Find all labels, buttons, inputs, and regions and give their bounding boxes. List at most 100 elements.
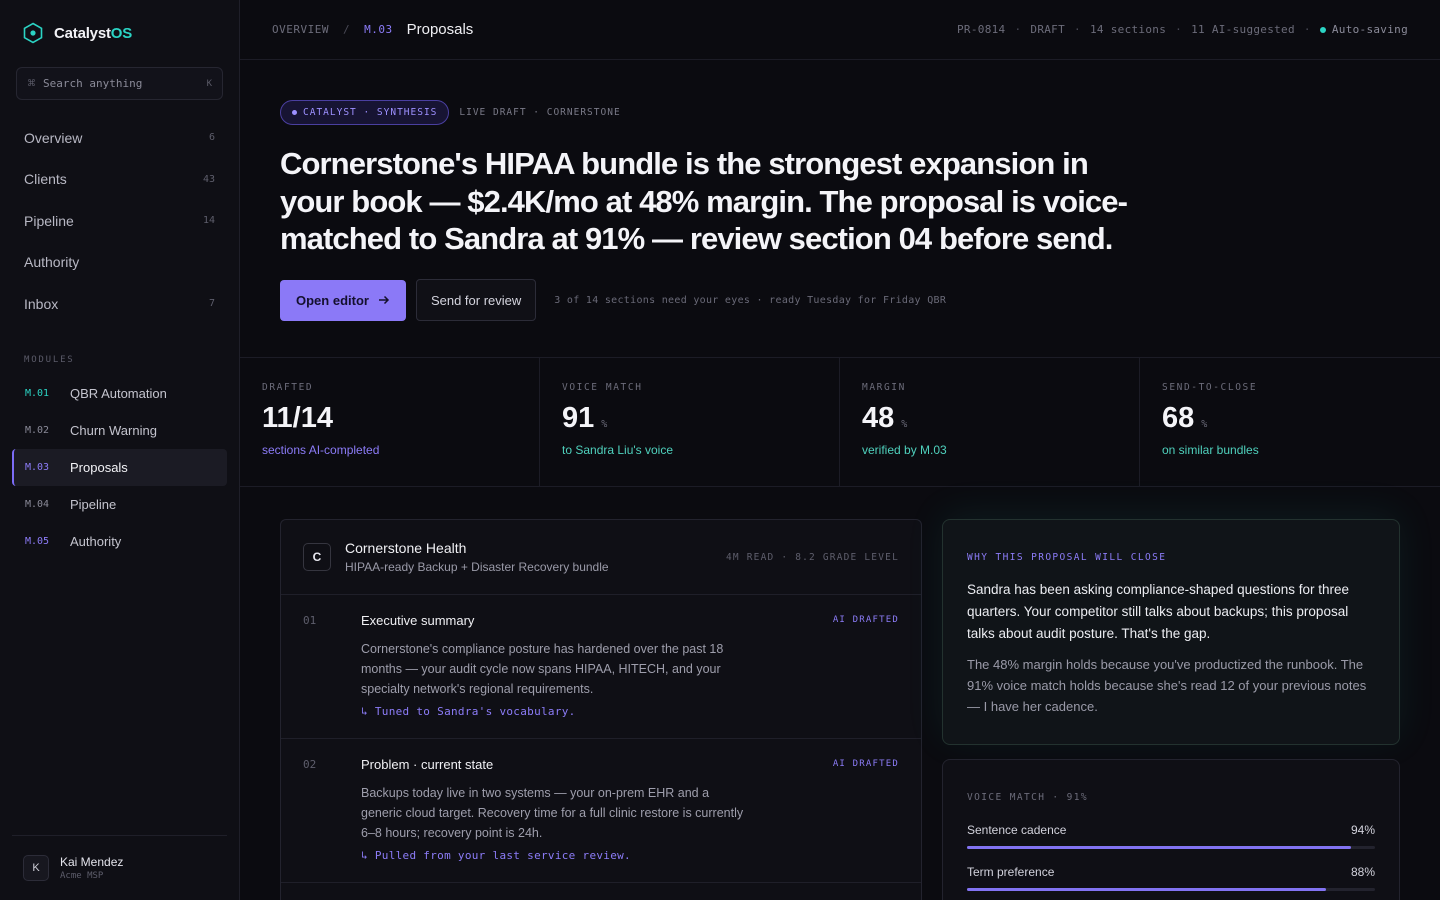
section-number: 02 xyxy=(303,758,317,771)
stat-value: 11/14 xyxy=(262,402,333,434)
section-number: 01 xyxy=(303,614,317,627)
section-note: ↳ Pulled from your last service review. xyxy=(361,849,631,862)
nav-item-overview[interactable]: Overview 6 xyxy=(0,117,240,159)
proposal-meta: PR-0814 · DRAFT · 14 sections · 11 AI-sugge… xyxy=(957,23,1408,36)
why-heading: WHY THIS PROPOSAL WILL CLOSE xyxy=(967,552,1167,563)
ai-drafted-badge: AI DRAFTED xyxy=(832,615,899,625)
section-title: Problem · current state xyxy=(361,757,494,772)
stats-row: DRAFTED 11/14 sections AI-completed VOIC… xyxy=(240,358,1440,487)
section-body: Cornerstone's compliance posture has har… xyxy=(361,642,724,696)
stat-value: 91 xyxy=(562,402,595,434)
tag-dot-icon xyxy=(292,110,297,115)
status-dot-icon xyxy=(1319,26,1326,33)
voice-metric: Term preference 88% xyxy=(967,865,1375,891)
stat-send-to-close: SEND-TO-CLOSE 68% on similar bundles xyxy=(1140,358,1440,487)
proposal-id: PR-0814 xyxy=(957,23,1006,36)
metric-name: Term preference xyxy=(967,865,1055,879)
ai-drafted-badge: AI DRAFTED xyxy=(832,759,899,769)
user-org: Acme MSP xyxy=(60,871,104,881)
breadcrumb-root[interactable]: OVERVIEW xyxy=(272,23,329,36)
nav-count: 14 xyxy=(202,215,215,227)
search-placeholder: Search anything xyxy=(43,77,143,90)
why-detail: The 48% margin holds because you've prod… xyxy=(967,657,1367,714)
user-profile[interactable]: K Kai Mendez Acme MSP xyxy=(12,835,227,900)
page-title: Proposals xyxy=(406,21,474,38)
client-name: Cornerstone Health xyxy=(345,540,467,556)
why-lead: Sandra has been asking compliance-shaped… xyxy=(967,582,1349,641)
stat-value: 68 xyxy=(1162,402,1195,434)
search-shortcut: K xyxy=(206,78,212,89)
module-item-qbr[interactable]: M.01 QBR Automation xyxy=(12,375,227,412)
nav-item-inbox[interactable]: Inbox 7 xyxy=(0,283,240,325)
nav-item-pipeline[interactable]: Pipeline 14 xyxy=(0,200,240,242)
nav-count: 43 xyxy=(202,173,215,185)
synthesis-tag: CATALYST · SYNTHESIS xyxy=(280,100,450,125)
metric-value: 94% xyxy=(1350,823,1375,837)
metric-value: 88% xyxy=(1350,865,1375,879)
stat-voice-match: VOICE MATCH 91% to Sandra Liu's voice xyxy=(540,358,840,487)
sidebar: CatalystOS ⌘ Search anything K Overview 6… xyxy=(0,0,240,900)
proposal-section[interactable]: 02 Problem · current state AI DRAFTED Ba… xyxy=(281,739,921,883)
metric-name: Sentence cadence xyxy=(967,823,1067,837)
user-name: Kai Mendez xyxy=(60,855,124,869)
nav-count: 7 xyxy=(208,298,215,310)
module-item-authority[interactable]: M.05 Authority xyxy=(12,523,227,560)
stat-value: 48 xyxy=(862,402,895,434)
bundle-name: HIPAA-ready Backup + Disaster Recovery b… xyxy=(345,560,609,574)
hero-actions: Open editor Send for review 3 of 14 sect… xyxy=(280,279,946,321)
stat-sub: to Sandra Liu's voice xyxy=(562,443,674,457)
section-title: Executive summary xyxy=(361,613,475,628)
nav-item-authority[interactable]: Authority xyxy=(0,242,240,284)
topbar: OVERVIEW / M.03 Proposals PR-0814 · DRAFT… xyxy=(240,0,1440,60)
breadcrumb-separator: / xyxy=(342,23,351,36)
modules-heading: MODULES xyxy=(24,355,75,365)
stat-sub: verified by M.03 xyxy=(862,443,947,457)
metric-bar xyxy=(967,888,1375,891)
hero: CATALYST · SYNTHESIS LIVE DRAFT · CORNER… xyxy=(240,60,1440,358)
metric-bar-fill xyxy=(967,846,1351,849)
modules-list: M.01 QBR Automation M.02 Churn Warning M.0… xyxy=(12,375,227,560)
voice-metric: Sentence cadence 94% xyxy=(967,823,1375,849)
arrow-right-icon xyxy=(378,295,390,305)
proposal-document: C Cornerstone Health HIPAA-ready Backup … xyxy=(280,519,922,900)
app-name: CatalystOS xyxy=(54,24,133,42)
nav-count: 6 xyxy=(208,132,215,144)
main-nav: Overview 6 Clients 43 Pipeline 14 Authority… xyxy=(0,117,240,325)
proposal-status: DRAFT xyxy=(1030,23,1066,36)
search-input[interactable]: ⌘ Search anything K xyxy=(16,67,223,100)
proposal-section[interactable]: 01 Executive summary AI DRAFTED Cornerst… xyxy=(281,595,921,739)
review-note: 3 of 14 sections need your eyes · ready … xyxy=(554,294,947,306)
metric-bar xyxy=(967,846,1375,849)
avatar: K xyxy=(23,855,49,881)
voice-match-card: VOICE MATCH · 91% Sentence cadence 94% Te… xyxy=(942,759,1400,900)
section-note: ↳ Tuned to Sandra's vocabulary. xyxy=(361,705,576,718)
section-body: Backups today live in two systems — your… xyxy=(361,786,744,840)
why-close-card: WHY THIS PROPOSAL WILL CLOSE Sandra has … xyxy=(942,519,1400,745)
draft-label: LIVE DRAFT · CORNERSTONE xyxy=(459,107,621,118)
command-icon: ⌘ xyxy=(27,78,36,88)
open-editor-button[interactable]: Open editor xyxy=(280,279,406,321)
metric-bar-fill xyxy=(967,888,1327,891)
send-for-review-button[interactable]: Send for review xyxy=(415,279,537,321)
headline: Cornerstone's HIPAA bundle is the strong… xyxy=(280,146,1128,256)
client-mark: C xyxy=(303,543,331,571)
tag-row: CATALYST · SYNTHESIS LIVE DRAFT · CORNER… xyxy=(280,100,621,125)
stat-drafted: DRAFTED 11/14 sections AI-completed xyxy=(240,358,540,487)
stat-sub: sections AI-completed xyxy=(262,443,380,457)
stat-margin: MARGIN 48% verified by M.03 xyxy=(840,358,1140,487)
nav-item-clients[interactable]: Clients 43 xyxy=(0,159,240,201)
document-header: C Cornerstone Health HIPAA-ready Backup … xyxy=(281,520,921,595)
hexagon-logo-icon xyxy=(23,22,43,44)
ai-suggested-count: 11 AI-suggested xyxy=(1191,23,1295,36)
module-item-proposals[interactable]: M.03 Proposals xyxy=(12,449,227,486)
breadcrumb: OVERVIEW / M.03 Proposals xyxy=(272,21,473,38)
voice-heading: VOICE MATCH · 91% xyxy=(967,792,1089,803)
module-item-churn[interactable]: M.02 Churn Warning xyxy=(12,412,227,449)
autosave-indicator: Auto-saving xyxy=(1319,23,1408,36)
breadcrumb-module-code[interactable]: M.03 xyxy=(364,23,393,36)
section-count: 14 sections xyxy=(1089,23,1167,36)
stat-sub: on similar bundles xyxy=(1162,443,1259,457)
module-item-pipeline[interactable]: M.04 Pipeline xyxy=(12,486,227,523)
read-stats: 4M READ · 8.2 GRADE LEVEL xyxy=(726,551,899,563)
brand[interactable]: CatalystOS xyxy=(22,22,132,44)
